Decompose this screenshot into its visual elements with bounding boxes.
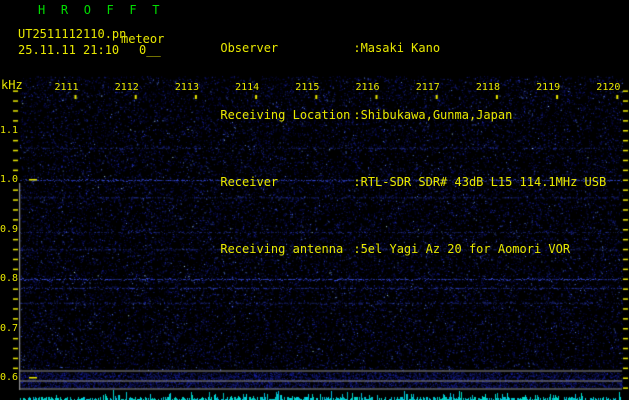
echo-counter: 0__: [139, 43, 161, 57]
metadata-row: Observer :Masaki Kano: [177, 29, 606, 69]
receiving-location-label: Receiving Location: [220, 108, 351, 123]
x-tick-label: 2118: [475, 82, 500, 93]
hrofft-screen: H R O F F T UT2511112110.pn meteor 25.11…: [0, 0, 629, 400]
x-tick-label: 2116: [355, 82, 380, 93]
y-axis-unit: kHz: [1, 78, 23, 92]
x-tick-label: 2120: [596, 82, 621, 93]
x-tick-label: 2112: [114, 82, 139, 93]
observer-label: Observer: [220, 41, 279, 56]
y-tick-label: 0.8: [0, 273, 19, 284]
receiver-value: :RTL-SDR SDR# 43dB L15 114.1MHz USB: [353, 175, 607, 190]
x-tick-label: 2115: [295, 82, 320, 93]
y-tick-label: 0.7: [0, 322, 19, 334]
app-title: H R O F F T: [38, 3, 164, 17]
metadata-row: Receiving antenna :5el Yagi Az 20 for Aom…: [177, 230, 606, 270]
station-metadata: Observer :Masaki Kano Receiving Location:…: [177, 2, 606, 297]
y-tick-label: 1.0: [0, 174, 19, 185]
receiver-label: Receiver: [220, 175, 279, 190]
y-tick-label: 0.6: [0, 372, 19, 383]
x-tick-label: 2111: [54, 82, 79, 93]
x-tick-label: 2113: [174, 82, 199, 93]
capture-filename: UT2511112110.pn: [18, 27, 127, 41]
datetime-label: 25.11.11 21:10: [18, 43, 120, 57]
receiving-antenna-label: Receiving antenna: [220, 242, 344, 257]
metadata-row: Receiving Location:Shibukawa,Gunma,Japan: [177, 96, 606, 136]
x-tick-label: 2119: [536, 82, 561, 93]
y-tick-label: 1.1: [0, 124, 19, 136]
observer-value: :Masaki Kano: [353, 41, 441, 56]
x-tick-label: 2117: [415, 82, 440, 93]
y-tick-label: 0.9: [0, 223, 19, 235]
x-tick-label: 2114: [235, 82, 260, 93]
receiving-location-value: :Shibukawa,Gunma,Japan: [353, 108, 513, 123]
receiving-antenna-value: :5el Yagi Az 20 for Aomori VOR: [353, 242, 571, 257]
metadata-row: Receiver :RTL-SDR SDR# 43dB L15 114.1MHz …: [177, 163, 606, 203]
